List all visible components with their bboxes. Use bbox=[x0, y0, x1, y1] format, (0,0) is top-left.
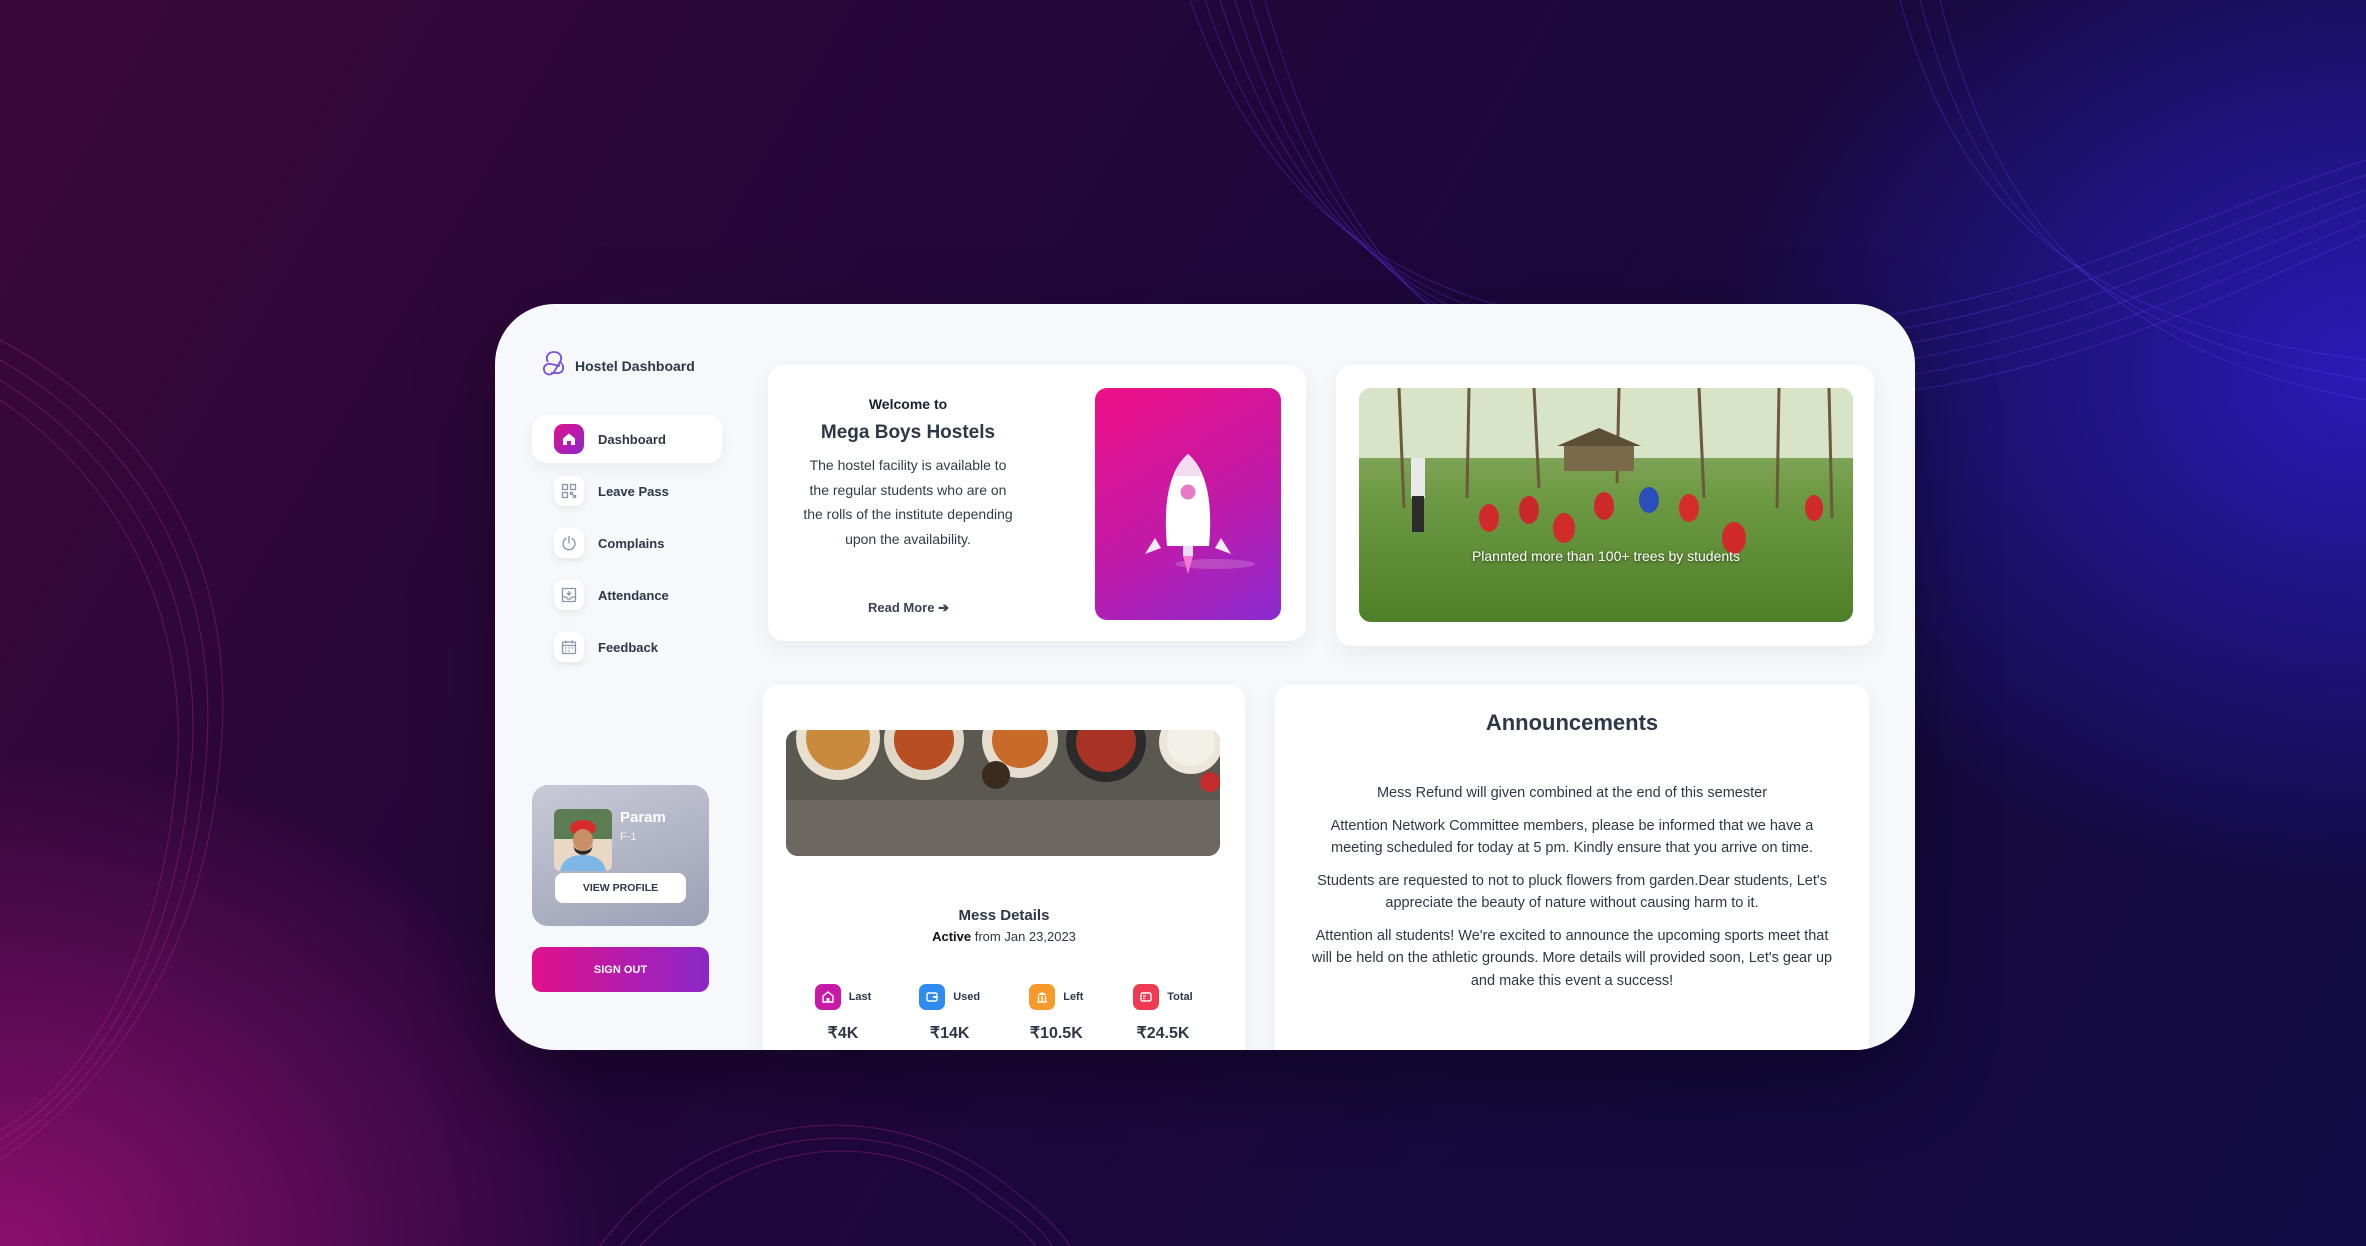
brand[interactable]: Hostel Dashboard bbox=[539, 348, 695, 383]
power-icon bbox=[554, 528, 584, 558]
welcome-pretitle: Welcome to bbox=[868, 396, 948, 412]
profile-card: Param F-1 VIEW PROFILE bbox=[532, 785, 709, 926]
announcement-item: Students are requested to not to pluck f… bbox=[1317, 872, 1827, 912]
photo-carousel-card[interactable]: Plannted more than 100+ trees by student… bbox=[1336, 365, 1874, 646]
read-more-link[interactable]: Read More ➔ bbox=[868, 600, 949, 616]
profile-name: Param bbox=[620, 809, 666, 826]
stat-total: Total ₹24.5K bbox=[1113, 983, 1213, 1043]
sidebar-item-feedback[interactable]: Feedback bbox=[532, 623, 722, 671]
stat-label: Last bbox=[848, 991, 872, 1003]
calendar-icon bbox=[554, 632, 584, 662]
view-profile-button[interactable]: VIEW PROFILE bbox=[555, 873, 686, 903]
carousel-image[interactable]: Plannted more than 100+ trees by student… bbox=[1359, 388, 1853, 622]
welcome-card: Welcome to Mega Boys Hostels The hostel … bbox=[768, 365, 1306, 641]
stat-label: Used bbox=[953, 991, 981, 1003]
sidebar-item-label: Attendance bbox=[598, 587, 669, 603]
avatar bbox=[554, 809, 612, 871]
carousel-caption: Plannted more than 100+ trees by student… bbox=[1471, 548, 1741, 564]
brand-name: Hostel Dashboard bbox=[575, 357, 695, 374]
stat-label: Left bbox=[1063, 991, 1084, 1003]
sidebar-item-label: Dashboard bbox=[598, 431, 666, 447]
sidebar-item-label: Feedback bbox=[598, 639, 658, 655]
card-icon bbox=[1133, 984, 1160, 1010]
mess-details-card: Mess Details Active from Jan 23,2023 Las… bbox=[763, 685, 1245, 1050]
sidebar-item-label: Leave Pass bbox=[598, 483, 669, 499]
rocket-illustration bbox=[1095, 388, 1281, 620]
read-more-label: Read More bbox=[868, 600, 935, 615]
mess-food-image bbox=[786, 730, 1220, 856]
welcome-title: Mega Boys Hostels bbox=[820, 422, 996, 443]
stat-value: ₹10.5K bbox=[1029, 1025, 1083, 1042]
welcome-text: Welcome to Mega Boys Hostels The hostel … bbox=[798, 395, 1018, 551]
sidebar-item-dashboard[interactable]: Dashboard bbox=[532, 415, 722, 463]
welcome-body: The hostel facility is available to the … bbox=[803, 457, 1013, 547]
mess-since: from Jan 23,2023 bbox=[974, 929, 1076, 944]
mess-stats: Last ₹4K Used ₹14K Left ₹10.5K Total ₹24… bbox=[793, 983, 1213, 1043]
announcement-item: Attention all students! We're excited to… bbox=[1311, 927, 1833, 989]
stat-last: Last ₹4K bbox=[793, 983, 893, 1043]
home-icon bbox=[554, 424, 584, 454]
arrow-right-icon: ➔ bbox=[938, 600, 949, 615]
stat-used: Used ₹14K bbox=[900, 983, 1000, 1043]
announcements-title: Announcements bbox=[1485, 710, 1659, 735]
stat-value: ₹4K bbox=[827, 1025, 859, 1042]
announcements-card: Announcements Mess Refund will given com… bbox=[1275, 685, 1869, 1050]
stat-value: ₹14K bbox=[929, 1025, 970, 1042]
stat-label: Total bbox=[1167, 991, 1193, 1003]
announcements-list: Mess Refund will given combined at the e… bbox=[1305, 782, 1839, 1002]
sidebar-item-leave-pass[interactable]: Leave Pass bbox=[532, 467, 722, 515]
mess-status-label: Active bbox=[932, 929, 972, 944]
dashboard-window: Hostel Dashboard Dashboard Leave Pass Co… bbox=[495, 304, 1915, 1050]
sign-out-button[interactable]: SIGN OUT bbox=[532, 947, 709, 992]
inbox-icon bbox=[554, 580, 584, 610]
profile-room: F-1 bbox=[620, 831, 637, 843]
sidebar-item-complains[interactable]: Complains bbox=[532, 519, 722, 567]
announcement-item: Mess Refund will given combined at the e… bbox=[1376, 785, 1768, 801]
mess-title: Mess Details bbox=[958, 907, 1050, 924]
announcement-item: Attention Network Committee members, ple… bbox=[1330, 817, 1814, 857]
stat-value: ₹24.5K bbox=[1136, 1025, 1190, 1042]
house-icon bbox=[814, 984, 841, 1010]
bank-icon bbox=[1029, 984, 1056, 1010]
sidebar-item-label: Complains bbox=[598, 535, 665, 551]
qr-icon bbox=[554, 476, 584, 506]
sidebar-nav: Dashboard Leave Pass Complains Attendanc… bbox=[532, 415, 722, 675]
logo-icon bbox=[539, 348, 569, 383]
mess-status: Active from Jan 23,2023 bbox=[763, 929, 1245, 944]
wallet-icon bbox=[919, 984, 946, 1010]
stat-left: Left ₹10.5K bbox=[1006, 983, 1106, 1043]
sidebar-item-attendance[interactable]: Attendance bbox=[532, 571, 722, 619]
